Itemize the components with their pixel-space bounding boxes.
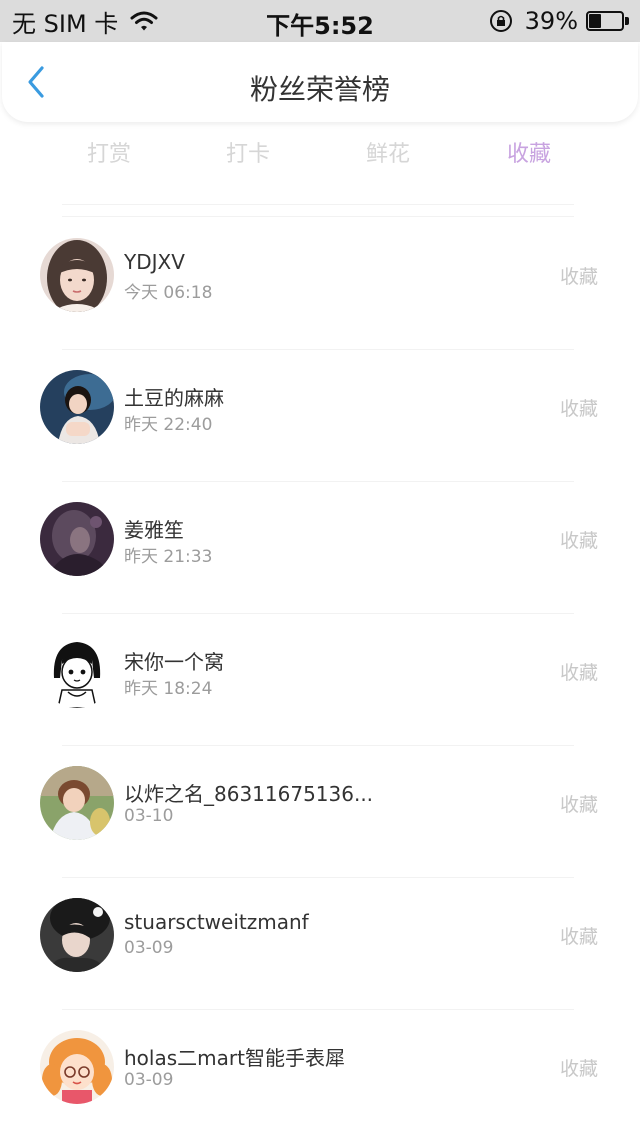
page-title: 粉丝荣誉榜 xyxy=(249,73,390,106)
timestamp: 昨天 18:24 xyxy=(124,679,213,699)
divider xyxy=(62,216,574,217)
rotation-lock-icon xyxy=(489,9,513,33)
user-name: 以炸之名_86311675136... xyxy=(124,782,374,806)
avatar[interactable] xyxy=(40,766,114,840)
favorite-action-label: 收藏 xyxy=(559,398,598,420)
list-item[interactable]: 土豆的麻麻 昨天 22:40 收藏 xyxy=(0,350,640,482)
timestamp: 昨天 21:33 xyxy=(124,547,213,567)
list-item[interactable]: 以炸之名_86311675136... 03-10 收藏 xyxy=(0,746,640,878)
timestamp: 今天 06:18 xyxy=(124,283,213,303)
fan-list: YDJXV 今天 06:18 收藏 土豆的麻麻 昨天 22:40 收藏 姜雅笙 … xyxy=(0,218,640,1142)
nav-bar: 粉丝荣誉榜 xyxy=(2,42,638,122)
user-name: holas二mart智能手表犀 xyxy=(124,1046,345,1070)
list-item[interactable]: stuarsctweitzmanf 03-09 收藏 xyxy=(0,878,640,1010)
avatar[interactable] xyxy=(40,502,114,576)
status-right: 39% xyxy=(489,6,630,36)
timestamp: 昨天 22:40 xyxy=(124,415,213,435)
user-name: 土豆的麻麻 xyxy=(124,386,224,410)
list-item[interactable]: holas二mart智能手表犀 03-09 收藏 xyxy=(0,1010,640,1142)
favorite-action-label: 收藏 xyxy=(559,530,598,552)
user-name: YDJXV xyxy=(124,250,185,274)
battery-percent: 39% xyxy=(524,7,578,35)
wifi-icon xyxy=(130,9,158,33)
favorite-action-label: 收藏 xyxy=(559,662,598,684)
avatar[interactable] xyxy=(40,370,114,444)
divider xyxy=(62,204,574,205)
avatar[interactable] xyxy=(40,1030,114,1104)
user-name: 姜雅笙 xyxy=(124,518,184,542)
tab-checkin[interactable]: 打卡 xyxy=(178,136,318,168)
tab-bar: 打赏 打卡 鲜花 收藏 xyxy=(0,136,640,176)
list-item[interactable]: 宋你一个窝 昨天 18:24 收藏 xyxy=(0,614,640,746)
favorite-action-label: 收藏 xyxy=(559,266,598,288)
tab-flowers[interactable]: 鲜花 xyxy=(318,136,458,168)
carrier-label: 无 SIM 卡 xyxy=(12,9,119,38)
tab-favorites[interactable]: 收藏 xyxy=(459,136,599,168)
favorite-action-label: 收藏 xyxy=(559,926,598,948)
list-item[interactable]: YDJXV 今天 06:18 收藏 xyxy=(0,218,640,350)
avatar[interactable] xyxy=(40,898,114,972)
timestamp: 03-09 xyxy=(124,938,174,958)
avatar[interactable] xyxy=(40,634,114,708)
favorite-action-label: 收藏 xyxy=(559,794,598,816)
list-item[interactable]: 姜雅笙 昨天 21:33 收藏 xyxy=(0,482,640,614)
timestamp: 03-09 xyxy=(124,1070,174,1090)
status-left: 无 SIM 卡 xyxy=(12,6,158,38)
favorite-action-label: 收藏 xyxy=(559,1058,598,1080)
battery-icon xyxy=(586,11,630,31)
tab-reward[interactable]: 打赏 xyxy=(39,136,179,168)
user-name: stuarsctweitzmanf xyxy=(124,910,309,934)
timestamp: 03-10 xyxy=(124,806,174,826)
user-name: 宋你一个窝 xyxy=(124,650,224,674)
avatar[interactable] xyxy=(40,238,114,312)
status-bar: 无 SIM 卡 下午5:52 39% xyxy=(0,0,640,42)
